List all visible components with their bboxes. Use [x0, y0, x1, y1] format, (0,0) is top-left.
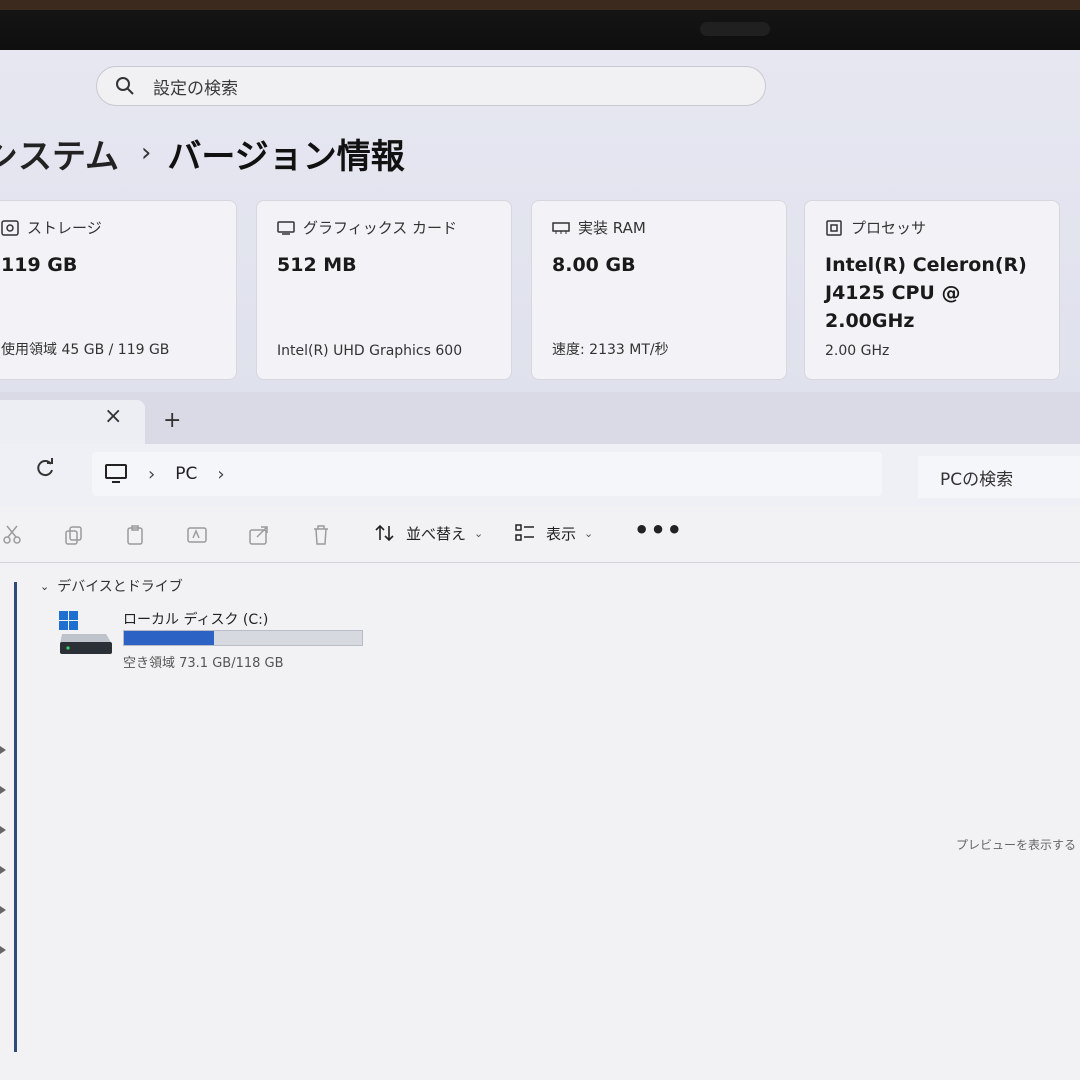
settings-search-box[interactable]: 設定の検索	[96, 66, 766, 106]
settings-window: 設定の検索 システム › バージョン情報 ストレージ 119 GB 使用領域 4…	[0, 50, 1080, 395]
expand-arrow-icon[interactable]	[0, 946, 6, 954]
drive-name: ローカル ディスク (C:)	[123, 612, 269, 628]
more-options-button[interactable]: •••	[634, 516, 683, 544]
new-tab-button[interactable]: +	[163, 408, 181, 433]
address-location[interactable]: PC	[175, 464, 197, 484]
address-bar-row: › PC › PCの検索	[0, 444, 1080, 506]
pc-search-placeholder: PCの検索	[940, 469, 1014, 490]
group-label: デバイスとドライブ	[57, 579, 183, 595]
processor-speed: 2.00 GHz	[825, 343, 890, 359]
sort-button[interactable]: 並べ替え ⌄	[374, 522, 483, 544]
graphics-card[interactable]: グラフィックス カード 512 MB Intel(R) UHD Graphics…	[256, 200, 512, 380]
storage-usage: 使用領域 45 GB / 119 GB	[1, 342, 170, 358]
graphics-card-icon	[277, 220, 295, 235]
expand-arrow-icon[interactable]	[0, 866, 6, 874]
paste-icon[interactable]	[124, 524, 146, 546]
cut-icon[interactable]	[2, 524, 24, 546]
storage-card[interactable]: ストレージ 119 GB 使用領域 45 GB / 119 GB	[0, 200, 237, 380]
search-placeholder: 設定の検索	[153, 78, 238, 99]
preview-pane-message: プレビューを表示する ア	[956, 838, 1080, 852]
storage-icon	[1, 219, 19, 236]
breadcrumb-separator: ›	[140, 138, 152, 168]
rename-icon[interactable]	[186, 524, 208, 546]
chevron-down-icon: ⌄	[474, 526, 484, 540]
search-icon	[116, 77, 134, 95]
view-button[interactable]: 表示 ⌄	[514, 522, 593, 544]
tab-pc[interactable]: ×	[0, 400, 145, 444]
graphics-name: Intel(R) UHD Graphics 600	[277, 343, 463, 359]
navigation-pane-edge	[14, 582, 17, 1052]
delete-icon[interactable]	[310, 524, 332, 546]
drive-icon	[59, 611, 112, 654]
chevron-down-icon: ⌄	[40, 579, 50, 593]
ram-title: 実装 RAM	[578, 219, 646, 237]
pc-search-box[interactable]: PCの検索	[918, 456, 1080, 498]
address-bar[interactable]: › PC ›	[92, 452, 882, 496]
refresh-icon[interactable]	[34, 458, 56, 480]
ram-speed: 速度: 2133 MT/秒	[552, 342, 669, 358]
chevron-right-icon: ›	[148, 463, 156, 485]
drive-usage-bar	[123, 630, 363, 646]
share-icon[interactable]	[248, 524, 270, 546]
page-title: バージョン情報	[167, 136, 405, 177]
copy-icon[interactable]	[63, 524, 85, 546]
graphics-title: グラフィックス カード	[303, 219, 458, 237]
monitor-icon	[105, 464, 127, 483]
ram-card[interactable]: 実装 RAM 8.00 GB 速度: 2133 MT/秒	[531, 200, 787, 380]
expand-arrow-icon[interactable]	[0, 826, 6, 834]
view-icon	[515, 524, 534, 541]
sort-label: 並べ替え	[406, 524, 467, 543]
drive-free-space: 空き領域 73.1 GB/118 GB	[123, 656, 284, 671]
storage-value: 119 GB	[1, 254, 78, 276]
local-disk-c[interactable]: ローカル ディスク (C:) 空き領域 73.1 GB/118 GB	[56, 604, 376, 674]
breadcrumb: システム › バージョン情報	[0, 128, 405, 178]
ram-icon	[552, 221, 570, 234]
drive-usage-fill	[124, 631, 215, 645]
chevron-right-icon[interactable]: ›	[217, 464, 224, 485]
sort-icon	[375, 524, 394, 542]
expand-arrow-icon[interactable]	[0, 786, 6, 794]
file-explorer-window: × + › PC › PCの検索 並べ替え ⌄ 表示 ⌄ ••• ⌄ デバイスと…	[0, 392, 1080, 1080]
processor-card[interactable]: プロセッサ Intel(R) Celeron(R) J4125 CPU @ 2.…	[804, 200, 1060, 380]
tab-strip: × +	[0, 392, 1080, 444]
expand-arrow-icon[interactable]	[0, 906, 6, 914]
ram-value: 8.00 GB	[552, 254, 636, 276]
command-bar: 並べ替え ⌄ 表示 ⌄ •••	[0, 506, 1080, 563]
devices-and-drives-header[interactable]: ⌄ デバイスとドライブ	[40, 576, 183, 596]
processor-icon	[826, 219, 842, 236]
storage-title: ストレージ	[27, 219, 102, 237]
processor-title: プロセッサ	[851, 219, 927, 237]
processor-value: Intel(R) Celeron(R) J4125 CPU @ 2.00GHz	[825, 254, 1027, 332]
expand-arrow-icon[interactable]	[0, 746, 6, 754]
monitor-bezel	[0, 0, 1080, 55]
close-tab-button[interactable]: ×	[104, 404, 122, 429]
breadcrumb-parent[interactable]: システム	[0, 129, 119, 178]
webcam	[700, 22, 770, 36]
view-label: 表示	[546, 524, 577, 543]
chevron-down-icon: ⌄	[584, 526, 594, 540]
graphics-value: 512 MB	[277, 254, 357, 276]
